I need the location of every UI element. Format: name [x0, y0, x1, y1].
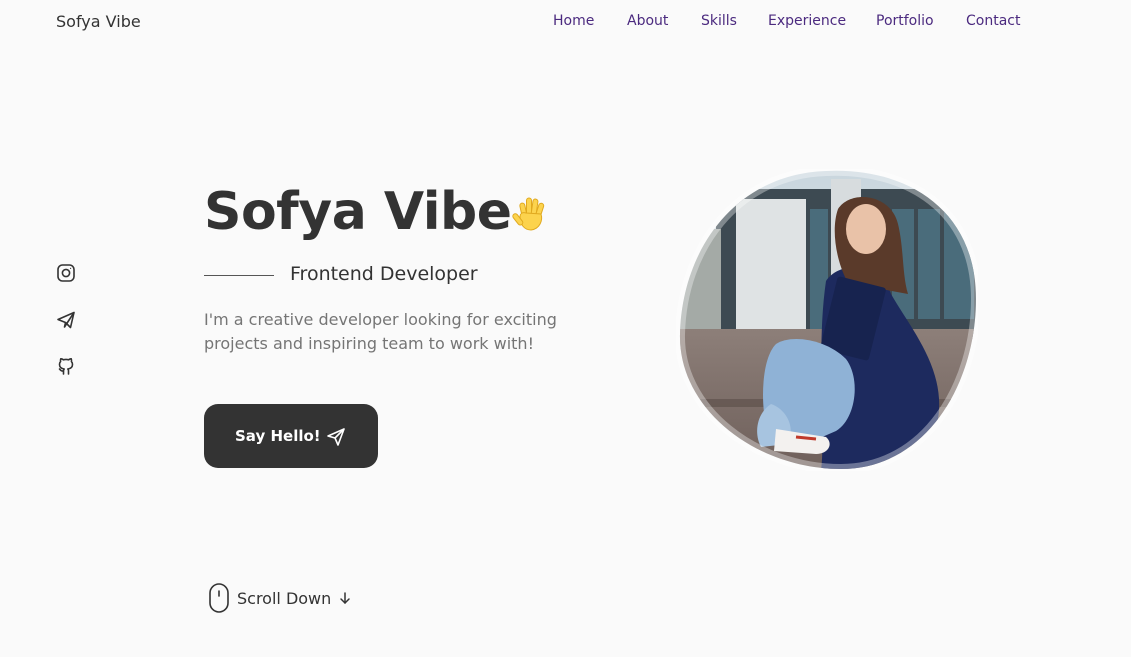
nav-about[interactable]: About: [627, 13, 668, 29]
nav-skills[interactable]: Skills: [701, 13, 737, 29]
say-hello-label: Say Hello!: [235, 427, 321, 445]
waving-hand-icon: [512, 197, 545, 231]
nav-home[interactable]: Home: [553, 13, 594, 29]
profile-photo: [676, 169, 978, 471]
hero-title: Sofya Vibe: [204, 182, 512, 242]
nav-experience[interactable]: Experience: [768, 13, 846, 29]
say-hello-button[interactable]: Say Hello!: [204, 404, 378, 468]
arrow-down-icon: [340, 592, 350, 604]
hero-subtitle: Frontend Developer: [290, 263, 478, 285]
mouse-icon: [209, 583, 229, 613]
telegram-icon[interactable]: [56, 310, 76, 330]
nav-portfolio[interactable]: Portfolio: [876, 13, 934, 29]
site-logo[interactable]: Sofya Vibe: [56, 12, 141, 31]
instagram-icon[interactable]: [56, 263, 76, 283]
github-icon[interactable]: [56, 356, 76, 376]
hero-description: I'm a creative developer looking for exc…: [204, 310, 557, 353]
header: Sofya Vibe Home About Skills Experience …: [0, 0, 1131, 44]
subtitle-divider: [204, 275, 274, 276]
nav-contact[interactable]: Contact: [966, 13, 1020, 29]
scroll-down-label: Scroll Down: [237, 589, 332, 608]
send-icon: [327, 428, 345, 446]
